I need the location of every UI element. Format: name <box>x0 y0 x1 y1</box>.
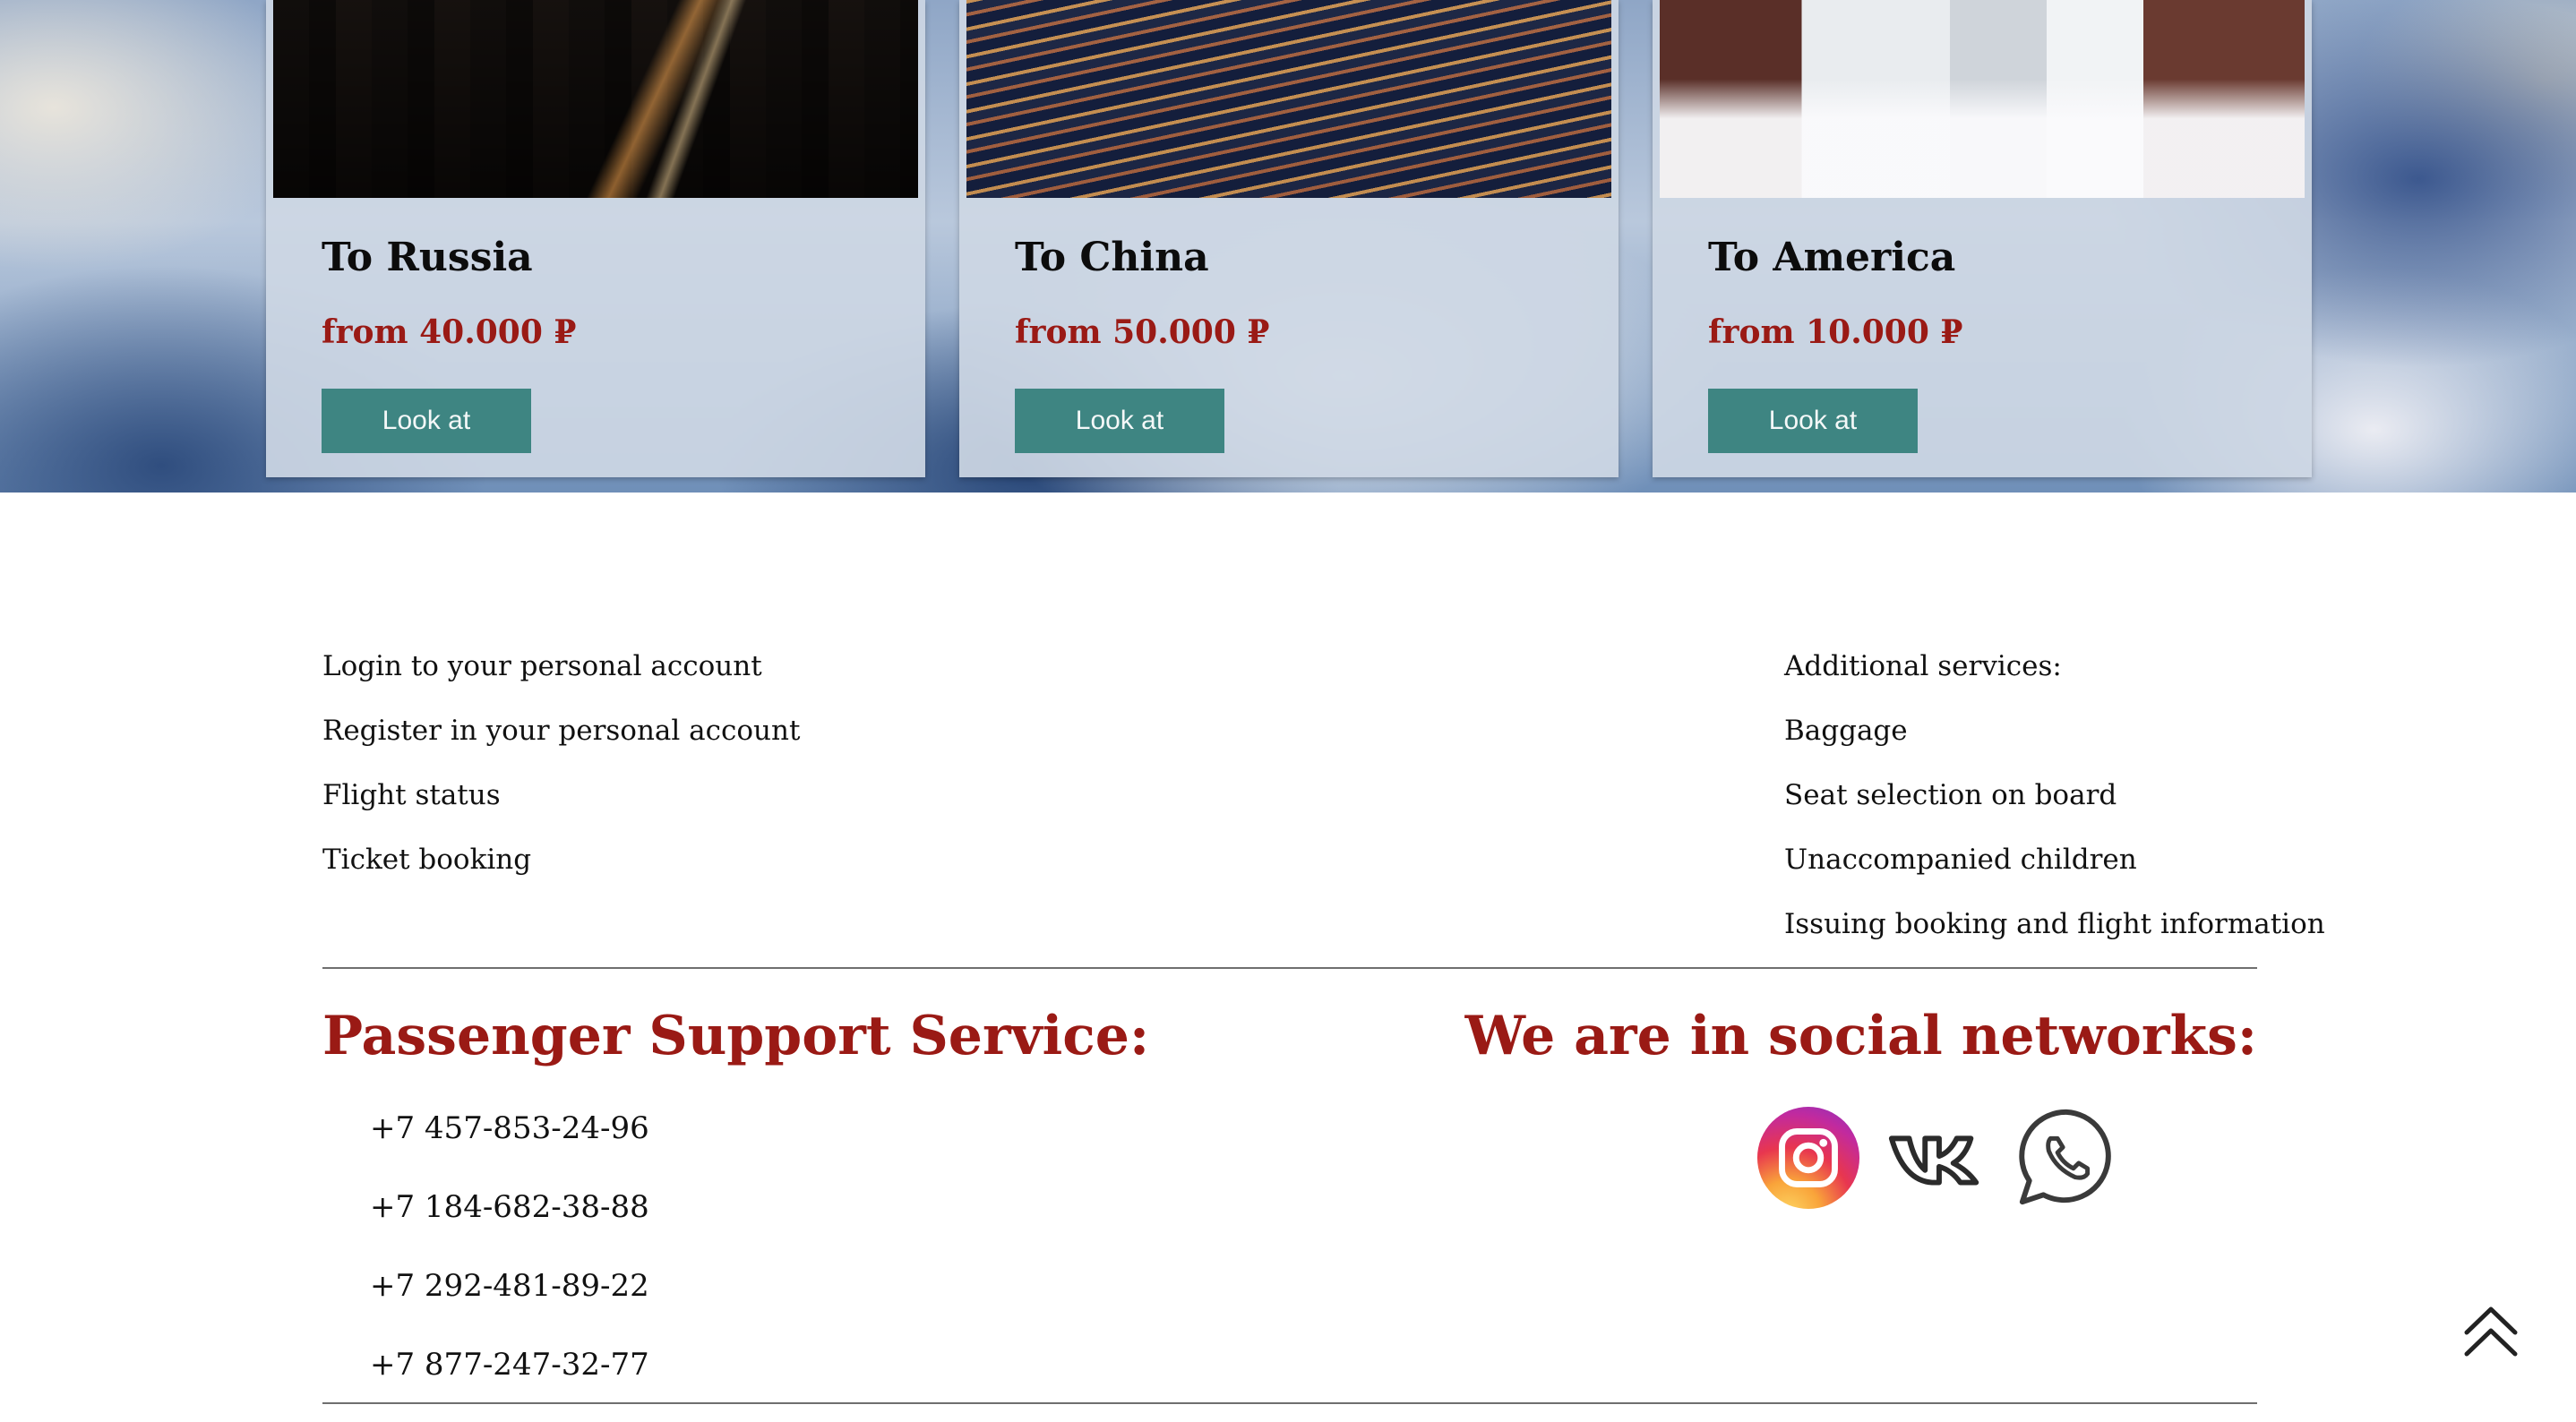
double-chevron-up-icon[interactable] <box>2461 1302 2520 1361</box>
phone-number[interactable]: +7 457-853-24-96 <box>370 1107 649 1186</box>
america-photo <box>1660 0 2305 198</box>
destinations-section: To Russia from 40.000 ₽ Look at To China… <box>0 0 2576 493</box>
instagram-icon[interactable] <box>1756 1105 1861 1211</box>
booking-info-link[interactable]: Issuing booking and flight information <box>1784 904 2325 969</box>
social-links <box>1756 1105 2119 1211</box>
look-at-button[interactable]: Look at <box>1708 389 1918 453</box>
whatsapp-icon[interactable] <box>2014 1105 2119 1211</box>
register-link[interactable]: Register in your personal account <box>322 711 800 775</box>
phone-number[interactable]: +7 292-481-89-22 <box>370 1264 649 1343</box>
destination-card-china: To China from 50.000 ₽ Look at <box>959 0 1619 477</box>
card-title: To China <box>1015 235 1209 280</box>
baggage-link[interactable]: Baggage <box>1784 711 2325 775</box>
account-links: Login to your personal account Register … <box>322 647 800 904</box>
additional-services: Additional services: Baggage Seat select… <box>1784 647 2325 969</box>
phone-number[interactable]: +7 877-247-32-77 <box>370 1343 649 1422</box>
vk-icon[interactable] <box>1885 1105 1990 1211</box>
card-title: To America <box>1708 235 1956 280</box>
social-title: We are in social networks: <box>1464 1005 2257 1067</box>
destination-card-russia: To Russia from 40.000 ₽ Look at <box>266 0 925 477</box>
look-at-button[interactable]: Look at <box>1015 389 1224 453</box>
russia-photo <box>273 0 918 198</box>
phone-list: +7 457-853-24-96 +7 184-682-38-88 +7 292… <box>370 1107 649 1422</box>
support-title: Passenger Support Service: <box>322 1005 1150 1067</box>
unaccompanied-children-link[interactable]: Unaccompanied children <box>1784 840 2325 904</box>
seat-selection-link[interactable]: Seat selection on board <box>1784 775 2325 840</box>
phone-number[interactable]: +7 184-682-38-88 <box>370 1186 649 1264</box>
login-link[interactable]: Login to your personal account <box>322 647 800 711</box>
card-price: from 40.000 ₽ <box>322 313 577 351</box>
card-price: from 10.000 ₽ <box>1708 313 1963 351</box>
ticket-booking-link[interactable]: Ticket booking <box>322 840 800 904</box>
flight-status-link[interactable]: Flight status <box>322 775 800 840</box>
card-price: from 50.000 ₽ <box>1015 313 1270 351</box>
china-photo <box>966 0 1611 198</box>
footer-divider <box>322 967 2257 969</box>
destination-card-america: To America from 10.000 ₽ Look at <box>1653 0 2312 477</box>
additional-services-heading: Additional services: <box>1784 650 2062 682</box>
look-at-button[interactable]: Look at <box>322 389 531 453</box>
card-title: To Russia <box>322 235 533 280</box>
